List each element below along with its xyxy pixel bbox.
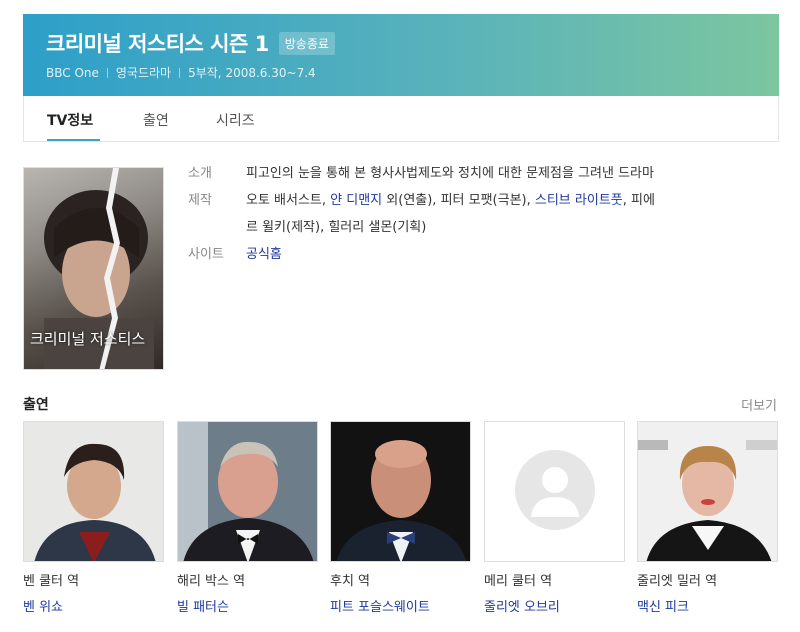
cast-name-link[interactable]: 피트 포슬스웨이트 xyxy=(330,596,471,615)
intro-text: 피고인의 눈을 통해 본 형사사법제도와 정치에 대한 문제점을 그려낸 드라마 xyxy=(246,166,654,181)
tab-tv-info[interactable]: TV정보 xyxy=(47,110,93,130)
cast-role: 해리 박스 역 xyxy=(177,574,246,589)
cast-portrait xyxy=(178,422,317,561)
cast-section-title: 출연 xyxy=(23,397,49,413)
program-info: 소개 피고인의 눈을 통해 본 형사사법제도와 정치에 대한 문제점을 그려낸 … xyxy=(188,160,768,268)
cast-role: 벤 쿨터 역 xyxy=(23,574,80,589)
person-silhouette-icon xyxy=(515,450,595,530)
cast-name-link[interactable]: 맥신 피크 xyxy=(637,596,778,615)
cast-card[interactable]: 메리 쿨터 역 줄리엣 오브리 xyxy=(484,421,625,615)
site-row: 사이트 공식홈 xyxy=(188,241,768,268)
program-header: 크리미널 저스티스 시즌 1 방송종료 BBC One 영국드라마 5부작, 2… xyxy=(23,14,779,96)
cast-name-link[interactable]: 줄리엣 오브리 xyxy=(484,596,625,615)
production-credits: 오토 배서스트, 얀 디맨지 외(연출), 피터 모팻(극본), 스티브 라이트… xyxy=(246,187,655,241)
divider xyxy=(179,67,181,78)
intro-label: 소개 xyxy=(188,166,212,181)
tab-series[interactable]: 시리즈 xyxy=(216,110,255,130)
site-label: 사이트 xyxy=(188,247,224,262)
divider xyxy=(106,67,108,78)
official-site-link[interactable]: 공식홈 xyxy=(246,247,282,262)
status-badge: 방송종료 xyxy=(278,31,335,55)
cast-photo[interactable] xyxy=(330,421,471,562)
cast-card[interactable]: 벤 쿨터 역 벤 위쇼 xyxy=(23,421,164,615)
tab-bar: TV정보 출연 시리즈 xyxy=(23,96,779,142)
cast-role: 메리 쿨터 역 xyxy=(484,574,553,589)
cast-role: 줄리엣 밀러 역 xyxy=(637,574,718,589)
cast-card[interactable]: 줄리엣 밀러 역 맥신 피크 xyxy=(637,421,778,615)
credit-text: , 피에 xyxy=(622,193,655,208)
cast-photo[interactable] xyxy=(637,421,778,562)
more-link[interactable]: 더보기 xyxy=(741,395,777,414)
tab-cast[interactable]: 출연 xyxy=(143,110,169,130)
cast-card[interactable]: 후치 역 피트 포슬스웨이트 xyxy=(330,421,471,615)
cast-portrait xyxy=(24,422,163,561)
credit-text: 외(연출), 피터 모팻(극본), xyxy=(382,193,535,208)
credit-link-yann-demange[interactable]: 얀 디맨지 xyxy=(330,193,382,208)
cast-name-link[interactable]: 벤 위쇼 xyxy=(23,596,164,615)
genre: 영국드라마 xyxy=(115,66,172,80)
credit-text: 르 윌키(제작), 힐러리 샐몬(기획) xyxy=(246,220,427,235)
cast-portrait xyxy=(638,422,777,561)
active-tab-indicator xyxy=(47,139,100,141)
cast-name-link[interactable]: 빌 패터슨 xyxy=(177,596,318,615)
poster-caption: 크리미널 저스티스 xyxy=(30,330,146,348)
production-row: 제작 오토 배서스트, 얀 디맨지 외(연출), 피터 모팻(극본), 스티브 … xyxy=(188,187,768,241)
title-row: 크리미널 저스티스 시즌 1 방송종료 xyxy=(46,28,335,58)
production-label: 제작 xyxy=(188,193,212,208)
cast-role: 후치 역 xyxy=(330,574,371,589)
credit-link-steve-lightfoot[interactable]: 스티브 라이트풋 xyxy=(535,193,623,208)
program-title[interactable]: 크리미널 저스티스 시즌 1 xyxy=(46,28,269,58)
cast-card[interactable]: 해리 박스 역 빌 패터슨 xyxy=(177,421,318,615)
cast-photo[interactable] xyxy=(177,421,318,562)
intro-row: 소개 피고인의 눈을 통해 본 형사사법제도와 정치에 대한 문제점을 그려낸 … xyxy=(188,160,768,187)
program-meta: BBC One 영국드라마 5부작, 2008.6.30~7.4 xyxy=(46,64,316,81)
credit-text: 오토 배서스트, xyxy=(246,193,331,208)
cast-portrait xyxy=(331,422,470,561)
cast-photo[interactable] xyxy=(484,421,625,562)
channel-name: BBC One xyxy=(46,65,99,80)
poster-image[interactable]: 크리미널 저스티스 xyxy=(23,167,164,370)
episodes-dates: 5부작, 2008.6.30~7.4 xyxy=(188,66,316,80)
cast-photo[interactable] xyxy=(23,421,164,562)
